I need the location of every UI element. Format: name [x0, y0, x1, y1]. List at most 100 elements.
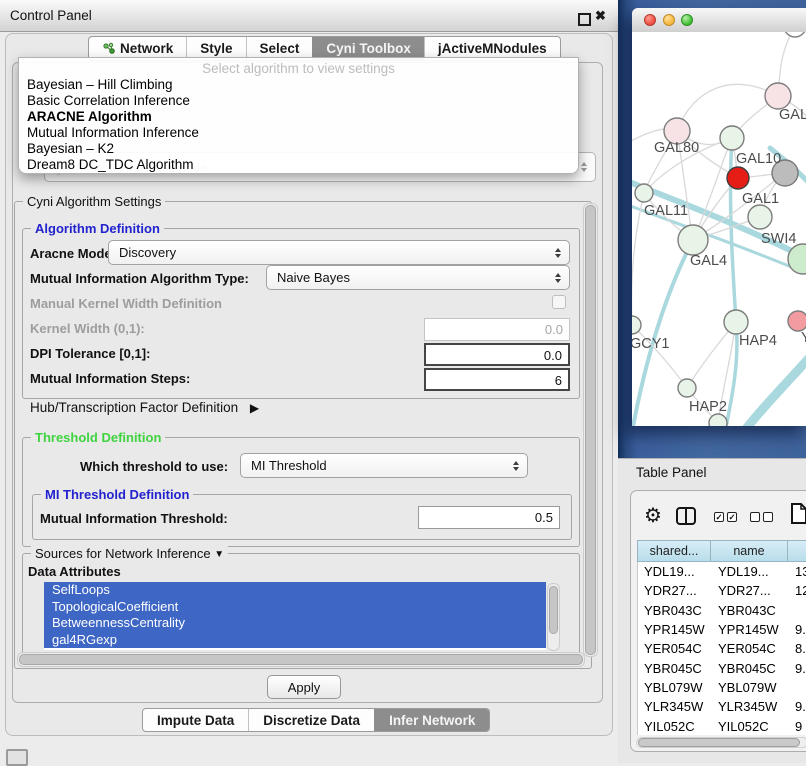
algorithm-option-aracne-algorithm[interactable]: ARACNE Algorithm — [19, 109, 578, 125]
kernel-width-field[interactable]: 0.0 — [424, 318, 570, 341]
table-cell: 9 — [789, 719, 806, 734]
control-panel-titlebar: Control Panel ✖ — [0, 0, 618, 32]
column-header-name[interactable]: name — [711, 540, 788, 562]
data-attribute-item[interactable]: TopologicalCoefficient — [44, 599, 546, 616]
minimize-traffic-light-icon[interactable] — [663, 14, 675, 26]
settings-horizontal-scrollbar-thumb[interactable] — [19, 654, 583, 665]
tab-impute-data[interactable]: Impute Data — [143, 709, 248, 731]
algorithm-definition-title: Algorithm Definition — [31, 221, 164, 236]
close-icon[interactable]: ✖ — [595, 8, 606, 24]
network-nodes — [632, 32, 806, 426]
network-node-label: GAL10 — [736, 151, 781, 167]
data-attribute-item[interactable]: SelfLoops — [44, 582, 546, 599]
table-cell: YDR27... — [712, 583, 789, 598]
mi-steps-field[interactable]: 6 — [424, 368, 570, 391]
table-row[interactable]: YDR27...YDR27...12 — [638, 581, 806, 600]
network-node[interactable] — [727, 167, 749, 189]
table-cell: YBL079W — [712, 680, 789, 695]
table-cell: 13 — [789, 564, 806, 579]
stepper-arrows-icon — [553, 248, 563, 258]
table-row[interactable]: YLR345WYLR345W9. — [638, 697, 806, 716]
gear-icon[interactable]: ⚙ — [644, 503, 662, 528]
dpi-tolerance-field[interactable]: 0.0 — [424, 343, 570, 366]
table-row[interactable]: YBL079WYBL079W — [638, 678, 806, 697]
table-row[interactable]: YBR045CYBR045C9. — [638, 658, 806, 677]
network-window-titlebar[interactable] — [632, 8, 806, 33]
table-row[interactable]: YPR145WYPR145W9. — [638, 620, 806, 639]
table-row[interactable]: YDL19...YDL19...13 — [638, 562, 806, 581]
tab-label: Select — [260, 41, 300, 56]
mi-algorithm-type-select[interactable]: Naive Bayes — [266, 265, 570, 290]
hub-transcription-factor-expander[interactable]: Hub/Transcription Factor Definition ▶ — [30, 400, 259, 415]
aracne-mode-label: Aracne Mode: — [30, 246, 116, 261]
table-cell: 12 — [789, 583, 806, 598]
which-threshold-select[interactable]: MI Threshold — [240, 453, 528, 478]
algorithm-option-mutual-information-inference[interactable]: Mutual Information Inference — [19, 125, 578, 141]
unchecked-box-icon — [763, 512, 773, 522]
float-window-icon[interactable] — [578, 13, 591, 26]
attributes-scrollbar-thumb[interactable] — [549, 586, 558, 634]
checked-box-icon: ✓ — [727, 512, 737, 522]
tab-label: Cyni Toolbox — [326, 41, 411, 56]
table-cell: YLR345W — [638, 699, 712, 714]
table-panel-title: Table Panel — [636, 465, 707, 480]
manual-kernel-checkbox[interactable] — [552, 295, 566, 309]
dock-mini-icon[interactable] — [6, 749, 28, 766]
mi-algorithm-type-value: Naive Bayes — [277, 270, 553, 285]
tab-infer-network[interactable]: Infer Network — [374, 709, 489, 731]
apply-button[interactable]: Apply — [267, 675, 341, 699]
data-attribute-item[interactable]: BetweennessCentrality — [44, 615, 546, 632]
checked-box-icon: ✓ — [714, 512, 724, 522]
algorithm-dropdown-popup: Select algorithm to view settings Bayesi… — [18, 57, 579, 174]
show-selected-columns-icon[interactable]: ✓ ✓ — [714, 512, 737, 522]
network-node-gal10[interactable] — [720, 126, 744, 150]
table-row[interactable]: YBR043CYBR043C — [638, 601, 806, 620]
manual-kernel-width-label: Manual Kernel Width Definition — [30, 296, 222, 311]
table-cell: 9. — [789, 661, 806, 676]
tab-label: Style — [200, 41, 232, 56]
column-header-shared[interactable]: shared... — [637, 540, 711, 562]
table-cell: YBR043C — [638, 603, 712, 618]
table-row[interactable]: YER054CYER054C8. — [638, 639, 806, 658]
hide-columns-icon[interactable] — [750, 512, 773, 522]
table-cell: YER054C — [638, 641, 712, 656]
table-cell: YDL19... — [638, 564, 712, 579]
data-attribute-item[interactable]: gal4RGexp — [44, 632, 546, 649]
aracne-mode-select[interactable]: Discovery — [108, 240, 570, 265]
network-node[interactable] — [784, 32, 806, 37]
network-node-hap2[interactable] — [678, 379, 696, 397]
mi-threshold-field[interactable]: 0.5 — [418, 506, 560, 529]
new-table-icon[interactable] — [790, 503, 806, 530]
algorithm-option-bayesian-hill-climbing[interactable]: Bayesian – Hill Climbing — [19, 77, 578, 93]
table-cell: YIL052C — [712, 719, 789, 734]
network-node-label: GAL11 — [644, 203, 688, 219]
network-canvas[interactable]: GALGAL80GAL10GAL1GAL11SWI4GAL4GCY1HAP4YH… — [632, 32, 806, 426]
network-node-gal4[interactable] — [678, 225, 708, 255]
table-cell: 8. — [789, 641, 806, 656]
column-header-extra[interactable] — [788, 540, 806, 562]
sources-title[interactable]: Sources for Network Inference ▼ — [31, 546, 228, 561]
network-node-gal11[interactable] — [635, 184, 653, 202]
algorithm-option-bayesian-k2[interactable]: Bayesian – K2 — [19, 141, 578, 157]
algorithm-dropdown-items: Bayesian – Hill ClimbingBasic Correlatio… — [19, 77, 578, 173]
table-cell: YBR045C — [712, 661, 789, 676]
tab-discretize-data[interactable]: Discretize Data — [248, 709, 374, 731]
table-horizontal-scrollbar-thumb[interactable] — [638, 738, 800, 747]
network-node-label: GAL80 — [654, 140, 699, 156]
network-node-gal[interactable] — [765, 83, 791, 109]
algorithm-option-dream8-dc-tdc-algorithm[interactable]: Dream8 DC_TDC Algorithm — [19, 157, 578, 173]
close-traffic-light-icon[interactable] — [644, 14, 656, 26]
algorithm-dropdown-placeholder: Select algorithm to view settings — [19, 61, 578, 76]
network-node[interactable] — [709, 414, 727, 426]
column-layout-icon[interactable] — [676, 507, 696, 525]
network-node-y[interactable] — [788, 311, 806, 331]
network-node-gal1[interactable] — [748, 205, 772, 229]
network-node-gcy1[interactable] — [632, 316, 641, 334]
network-node-hap4[interactable] — [724, 310, 748, 334]
settings-vertical-scrollbar-thumb[interactable] — [585, 205, 596, 655]
algorithm-option-basic-correlation-inference[interactable]: Basic Correlation Inference — [19, 93, 578, 109]
zoom-traffic-light-icon[interactable] — [681, 14, 693, 26]
table-row[interactable]: YIL052CYIL052C9 — [638, 716, 806, 735]
table-cell: YDL19... — [712, 564, 789, 579]
table-cell: YPR145W — [638, 622, 712, 637]
